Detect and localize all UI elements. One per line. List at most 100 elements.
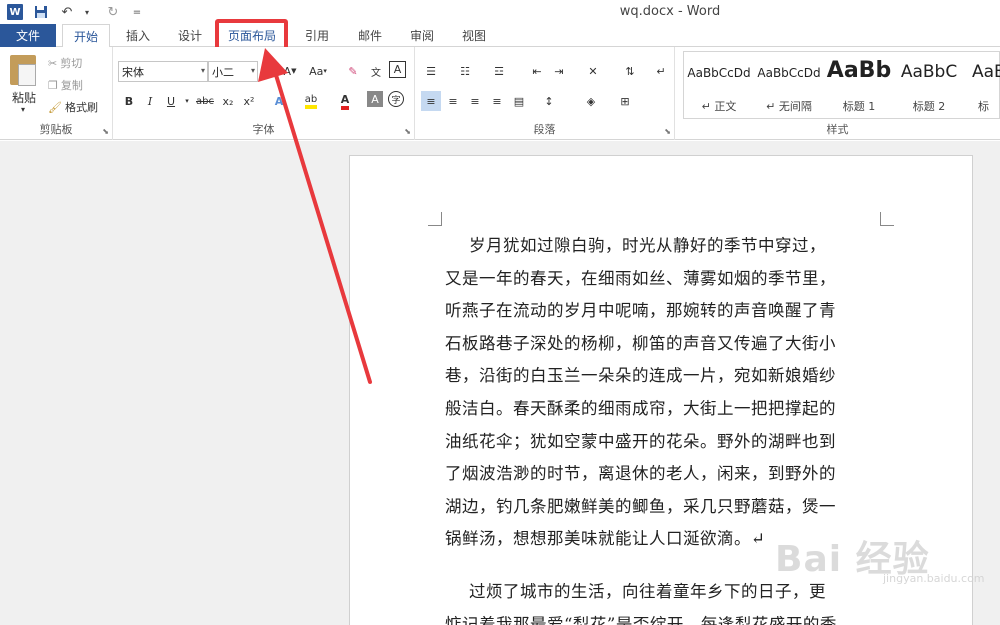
tab-view[interactable]: 视图 [448, 24, 500, 47]
decrease-indent-icon[interactable]: ⇤ [527, 61, 547, 81]
cut-label: 剪切 [60, 57, 83, 70]
clipboard-group-label: 剪贴板 [39, 123, 73, 136]
multilevel-list-icon[interactable]: ☲ [489, 61, 509, 81]
text-line: 惦记着我那最爱“梨花”是否绽开，每逢梨花盛开的季 [445, 614, 837, 625]
styles-group-label: 样式 [826, 123, 849, 136]
style-sample: AaBbC [900, 62, 958, 82]
align-right-icon[interactable]: ≡ [465, 91, 485, 111]
line-spacing-icon[interactable]: ↕ [539, 91, 559, 111]
shading-icon[interactable]: ◈ [581, 91, 601, 111]
baidu-watermark: Bai 经验 jingyan.baidu.com [775, 520, 985, 590]
text-line: 湖边，钓几条肥嫩鲜美的鲫鱼，采几只野蘑菇，煲一 [445, 496, 836, 516]
window-title-text: wq.docx - Word [619, 4, 721, 19]
enclose-characters-icon[interactable]: 字 [388, 91, 404, 107]
align-center-icon[interactable]: ≡ [443, 91, 463, 111]
phonetic-guide-icon[interactable]: 文 [366, 61, 386, 81]
text-line: 巷，沿街的白玉兰一朵朵的连成一片，宛如新娘婚纱 [445, 366, 836, 386]
bold-button[interactable]: B [119, 91, 139, 111]
superscript-button[interactable]: x² [239, 91, 259, 111]
numbering-icon[interactable]: ☷ [455, 61, 475, 81]
ribbon-tabs: 文件 开始 插入 设计 页面布局 引用 邮件 审阅 视图 [0, 24, 1000, 48]
style-sample: AaBbCcDd [757, 66, 821, 80]
text-effects-icon[interactable]: A [269, 91, 289, 111]
window-title: wq.docx - Word [0, 4, 1000, 19]
tab-design[interactable]: 设计 [166, 24, 214, 47]
tab-file[interactable]: 文件 [0, 24, 56, 47]
style-heading-1[interactable]: AaBb 标题 1 [824, 52, 894, 118]
tab-insert[interactable]: 插入 [114, 24, 162, 47]
font-name-value: 宋体 [122, 65, 144, 79]
style-title[interactable]: AaB 标 [964, 52, 1000, 118]
clipboard-group: 粘贴 ▾ ✂ 剪切 ❐ 复制 🖌 格式刷 剪贴板 ⬊ [0, 47, 113, 140]
character-shading-icon[interactable]: A [367, 91, 383, 107]
style-name: ↵ 无间隔 [766, 100, 812, 113]
font-size-combo[interactable]: 小二 ▾ [208, 61, 258, 82]
copy-button[interactable]: ❐ 复制 [48, 77, 83, 93]
font-name-combo[interactable]: 宋体 ▾ [118, 61, 208, 82]
clipboard-launcher-icon[interactable]: ⬊ [102, 127, 109, 136]
tab-references[interactable]: 引用 [292, 24, 342, 47]
align-left-icon[interactable]: ≡ [421, 91, 441, 111]
distributed-icon[interactable]: ▤ [509, 91, 529, 111]
body-paragraph-1[interactable]: 岁月犹如过隙白驹，时光从静好的季节中穿过， 又是一年的春天，在细雨如丝、薄雾如烟… [445, 230, 885, 556]
word-window: W ↶ ▾ ↻ = wq.docx - Word 文件 开始 插入 设计 页面布… [0, 0, 1000, 625]
sort-icon[interactable]: ⇅ [620, 61, 640, 81]
paragraph-group-label: 段落 [533, 123, 556, 136]
change-case-button[interactable]: Aa ▾ [305, 61, 331, 81]
paste-button[interactable]: 粘贴 [12, 89, 36, 106]
text-line: 又是一年的春天，在细雨如丝、薄雾如烟的季节里， [445, 268, 836, 288]
style-name: ↵ 正文 [701, 100, 737, 113]
paragraph-group: ☰ ☷ ☲ ⇤ ⇥ ✕ ⇅ ↵ ≡ ≡ ≡ ≡ ▤ ↕ ◈ ⊞ 段落 ⬊ [415, 47, 675, 140]
tab-home[interactable]: 开始 [62, 24, 110, 48]
asian-layout-icon[interactable]: ✕ [583, 61, 603, 81]
font-launcher-icon[interactable]: ⬊ [404, 127, 411, 136]
paste-icon[interactable] [10, 55, 36, 86]
ribbon: 粘贴 ▾ ✂ 剪切 ❐ 复制 🖌 格式刷 剪贴板 ⬊ 宋体 ▾ 小二 ▾ A ▲ A ▼ Aa… [0, 47, 1000, 140]
change-case-label: Aa [309, 64, 324, 78]
crop-mark-top-left [428, 212, 442, 226]
style-normal[interactable]: AaBbCcDd ↵ 正文 [684, 52, 754, 118]
font-group-label: 字体 [252, 123, 275, 136]
strikethrough-button[interactable]: abc [193, 91, 217, 111]
borders-icon[interactable]: ⊞ [615, 91, 635, 111]
highlight-color-icon[interactable]: ab [301, 91, 321, 111]
character-border-icon[interactable]: A [389, 61, 406, 78]
italic-button[interactable]: I [140, 91, 160, 111]
grow-font-icon[interactable]: A ▲ [259, 61, 279, 81]
copy-icon: ❐ [48, 78, 58, 92]
show-marks-icon[interactable]: ↵ [651, 61, 671, 81]
style-sample: AaB [972, 62, 1000, 82]
watermark-sub: jingyan.baidu.com [883, 572, 985, 585]
copy-label: 复制 [60, 79, 83, 92]
style-sample: AaBb [826, 58, 892, 83]
clear-format-icon[interactable]: ✎ [343, 61, 363, 81]
subscript-button[interactable]: x₂ [218, 91, 238, 111]
chevron-down-icon: ▾ [200, 66, 205, 75]
cut-button[interactable]: ✂ 剪切 [48, 55, 82, 71]
style-no-spacing[interactable]: AaBbCcDd ↵ 无间隔 [754, 52, 824, 118]
paste-dropdown-icon[interactable]: ▾ [21, 105, 25, 114]
justify-icon[interactable]: ≡ [487, 91, 507, 111]
brush-icon: 🖌 [48, 100, 62, 114]
shrink-font-icon[interactable]: A ▼ [280, 61, 300, 81]
font-group: 宋体 ▾ 小二 ▾ A ▲ A ▼ Aa ▾ ✎ 文 A B I U ▾ abc x₂ x… [113, 47, 415, 140]
tab-review[interactable]: 审阅 [396, 24, 448, 47]
font-color-icon[interactable]: A [335, 91, 355, 111]
styles-gallery: AaBbCcDd ↵ 正文 AaBbCcDd ↵ 无间隔 AaBb 标题 1 A… [683, 51, 1000, 119]
crop-mark-top-right [880, 212, 894, 226]
chevron-down-icon: ▾ [250, 66, 255, 75]
paragraph-launcher-icon[interactable]: ⬊ [664, 127, 671, 136]
style-name: 标 [978, 100, 989, 113]
scissors-icon: ✂ [48, 56, 58, 70]
bullets-icon[interactable]: ☰ [421, 61, 441, 81]
text-line: 石板路巷子深处的杨柳，柳笛的声音又传遍了大街小 [445, 333, 836, 353]
format-painter-button[interactable]: 🖌 格式刷 [48, 99, 98, 115]
text-line: 油纸花伞；犹如空蒙中盛开的花朵。野外的湖畔也到 [445, 431, 836, 451]
text-line: 了烟波浩渺的时节，离退休的老人，闲来，到野外的 [445, 464, 836, 484]
style-name: 标题 2 [912, 100, 946, 113]
increase-indent-icon[interactable]: ⇥ [549, 61, 569, 81]
style-heading-2[interactable]: AaBbC 标题 2 [894, 52, 964, 118]
text-line: 岁月犹如过隙白驹，时光从静好的季节中穿过， [469, 236, 826, 255]
style-name: 标题 1 [842, 100, 876, 113]
tab-mailings[interactable]: 邮件 [344, 24, 396, 47]
